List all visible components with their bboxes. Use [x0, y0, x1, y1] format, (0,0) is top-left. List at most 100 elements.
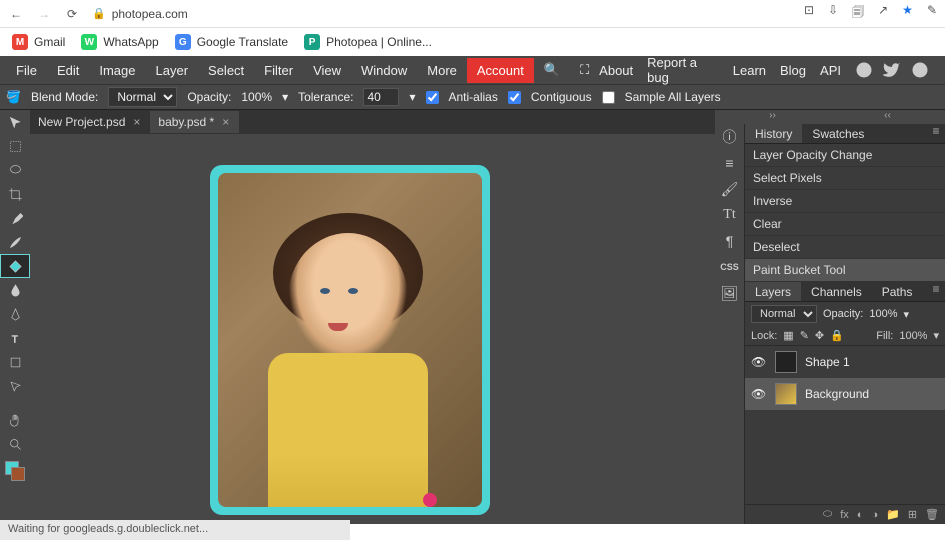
- mask-icon[interactable]: ◐: [857, 509, 864, 521]
- lock-move-icon[interactable]: ✥: [815, 329, 824, 342]
- edit-icon[interactable]: ✎: [927, 3, 937, 24]
- star-icon[interactable]: ★: [902, 3, 913, 24]
- css-icon[interactable]: CSS: [715, 254, 744, 280]
- marquee-tool[interactable]: [0, 134, 30, 158]
- tolerance-input[interactable]: [363, 88, 399, 106]
- link-layers-icon[interactable]: ⬭: [823, 508, 832, 521]
- tolerance-dropdown-icon[interactable]: ▾: [409, 90, 415, 104]
- color-swatches[interactable]: [0, 460, 30, 490]
- hand-tool[interactable]: [0, 408, 30, 432]
- adjustment-icon[interactable]: ◑: [871, 509, 878, 521]
- menu-filter[interactable]: Filter: [254, 58, 303, 83]
- history-item[interactable]: Paint Bucket Tool: [745, 259, 945, 282]
- close-icon[interactable]: ×: [131, 115, 142, 129]
- visibility-icon[interactable]: 👁: [751, 387, 767, 401]
- fill-value[interactable]: 100%: [899, 330, 927, 342]
- layer-row[interactable]: 👁 Background: [745, 378, 945, 410]
- text-tool[interactable]: T: [0, 326, 30, 350]
- link-api[interactable]: API: [820, 63, 841, 78]
- shape-tool[interactable]: [0, 350, 30, 374]
- search-icon[interactable]: 🔍: [534, 57, 570, 83]
- tab-channels[interactable]: Channels: [801, 282, 872, 301]
- history-item[interactable]: Layer Opacity Change: [745, 144, 945, 167]
- fx-icon[interactable]: fx: [840, 509, 849, 521]
- menu-edit[interactable]: Edit: [47, 58, 89, 83]
- menu-file[interactable]: File: [6, 58, 47, 83]
- image-panel-icon[interactable]: 🖼: [715, 280, 744, 306]
- paragraph-icon[interactable]: ¶: [715, 228, 744, 254]
- blur-tool[interactable]: [0, 278, 30, 302]
- brush-panel-icon[interactable]: 🖌: [715, 176, 744, 202]
- background-color[interactable]: [11, 467, 25, 481]
- menu-layer[interactable]: Layer: [146, 58, 199, 83]
- bookmark-gmail[interactable]: MGmail: [12, 34, 65, 50]
- sample-all-checkbox[interactable]: [602, 91, 615, 104]
- menu-window[interactable]: Window: [351, 58, 417, 83]
- layer-blend-select[interactable]: Normal: [751, 305, 817, 323]
- crop-tool[interactable]: [0, 182, 30, 206]
- layer-opacity-value[interactable]: 100%: [869, 308, 897, 320]
- paint-bucket-tool[interactable]: [0, 254, 30, 278]
- menu-more[interactable]: More: [417, 58, 467, 83]
- antialias-checkbox[interactable]: [426, 91, 439, 104]
- link-report-bug[interactable]: Report a bug: [647, 55, 719, 85]
- lock-pixels-icon[interactable]: ▦: [783, 329, 793, 342]
- new-layer-icon[interactable]: ⊞: [908, 508, 917, 521]
- forward-button[interactable]: →: [36, 6, 52, 22]
- reload-button[interactable]: ⟳: [64, 6, 80, 22]
- zoom-tool[interactable]: [0, 432, 30, 456]
- layer-thumbnail[interactable]: [775, 351, 797, 373]
- layer-row[interactable]: 👁 Shape 1: [745, 346, 945, 378]
- dropdown-icon[interactable]: ▾: [904, 308, 910, 321]
- panel-menu-icon[interactable]: ≡: [927, 124, 945, 143]
- lasso-tool[interactable]: [0, 158, 30, 182]
- tab-layers[interactable]: Layers: [745, 282, 801, 301]
- collapse-icon[interactable]: ››: [769, 110, 776, 124]
- menu-account[interactable]: Account: [467, 58, 534, 83]
- lock-brush-icon[interactable]: ✎: [800, 329, 809, 342]
- panel-menu-icon[interactable]: ≡: [927, 282, 945, 301]
- menu-image[interactable]: Image: [89, 58, 145, 83]
- character-icon[interactable]: Tt: [715, 202, 744, 228]
- share-icon[interactable]: ↗: [878, 3, 888, 24]
- address-bar[interactable]: 🔒 photopea.com: [92, 7, 792, 21]
- blend-mode-select[interactable]: Normal: [108, 87, 177, 107]
- link-about[interactable]: About: [599, 63, 633, 78]
- path-select-tool[interactable]: [0, 374, 30, 398]
- brush-tool[interactable]: [0, 230, 30, 254]
- history-item[interactable]: Clear: [745, 213, 945, 236]
- reddit-icon[interactable]: [855, 61, 873, 79]
- menu-view[interactable]: View: [303, 58, 351, 83]
- tab-baby[interactable]: baby.psd *×: [150, 111, 239, 133]
- facebook-icon[interactable]: [911, 61, 929, 79]
- canvas[interactable]: [210, 165, 490, 515]
- copy-icon[interactable]: 🗐: [852, 3, 864, 24]
- pen-tool[interactable]: [0, 302, 30, 326]
- fullscreen-icon[interactable]: ⛶: [570, 57, 599, 83]
- delete-icon[interactable]: 🗑: [925, 508, 939, 521]
- bookmark-whatsapp[interactable]: WWhatsApp: [81, 34, 158, 50]
- tab-history[interactable]: History: [745, 124, 802, 143]
- back-button[interactable]: ←: [8, 6, 24, 22]
- info-icon[interactable]: ⓘ: [715, 124, 744, 150]
- visibility-icon[interactable]: 👁: [751, 355, 767, 369]
- opacity-value[interactable]: 100%: [241, 90, 272, 104]
- collapse-icon[interactable]: ‹‹: [884, 110, 891, 124]
- dropdown-icon[interactable]: ▾: [933, 329, 939, 342]
- link-blog[interactable]: Blog: [780, 63, 806, 78]
- history-item[interactable]: Inverse: [745, 190, 945, 213]
- folder-icon[interactable]: 📁: [886, 508, 900, 521]
- twitter-icon[interactable]: [883, 61, 901, 79]
- menu-select[interactable]: Select: [198, 58, 254, 83]
- contiguous-checkbox[interactable]: [508, 91, 521, 104]
- layer-thumbnail[interactable]: [775, 383, 797, 405]
- bookmark-translate[interactable]: GGoogle Translate: [175, 34, 288, 50]
- tab-paths[interactable]: Paths: [872, 282, 923, 301]
- lock-all-icon[interactable]: 🔒: [830, 329, 844, 342]
- link-learn[interactable]: Learn: [733, 63, 766, 78]
- history-item[interactable]: Select Pixels: [745, 167, 945, 190]
- close-icon[interactable]: ×: [220, 115, 231, 129]
- history-item[interactable]: Deselect: [745, 236, 945, 259]
- bookmark-photopea[interactable]: PPhotopea | Online...: [304, 34, 432, 50]
- install-icon[interactable]: ⊡: [804, 3, 814, 24]
